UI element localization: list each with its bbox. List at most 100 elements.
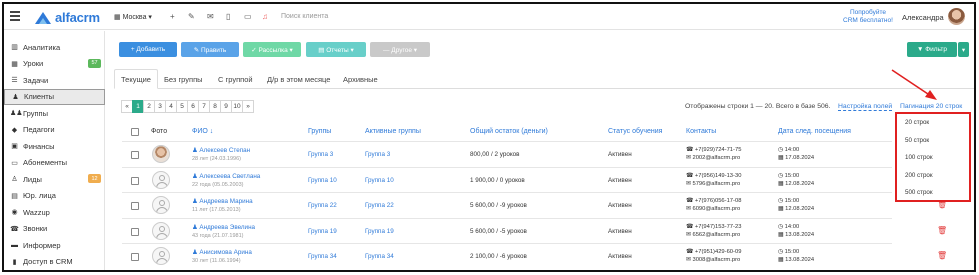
sidebar-item-2[interactable]: ☰ Задачи (4, 72, 105, 88)
sidebar-item-9[interactable]: ▤ Юр. лица (4, 188, 105, 204)
table-row[interactable]: ♟ Алексеев Степан 28 лет (24.03.1996) Груп… (122, 141, 892, 166)
active-group-link[interactable]: Группа 22 (365, 202, 394, 209)
phone-contact[interactable]: ☎ +7(951)429-60-09 (686, 249, 741, 255)
row-checkbox[interactable] (131, 151, 139, 159)
field-settings-link[interactable]: Настройка полей (838, 103, 893, 111)
plus-icon[interactable]: + (170, 12, 175, 21)
tab-current[interactable]: Текущие (114, 69, 158, 89)
avatar[interactable] (948, 8, 965, 25)
client-photo[interactable] (152, 247, 170, 265)
reports-button[interactable]: ▤ Отчеты ▾ (306, 42, 366, 57)
logo[interactable]: alfacrm (34, 10, 100, 25)
client-name-link[interactable]: ♟ Андреева Эвелина (192, 224, 255, 231)
document-icon[interactable]: ▭ (244, 12, 252, 21)
sidebar-item-3[interactable]: ♟ Клиенты (4, 88, 105, 105)
sidebar-item-12[interactable]: ▬ Информер (4, 237, 105, 253)
client-photo[interactable] (152, 170, 170, 189)
group-link[interactable]: Группа 3 (308, 151, 333, 158)
table-row[interactable]: ♟ Андреева Эвелина 43 года (21.07.1981) Гр… (122, 217, 947, 243)
sidebar-item-7[interactable]: ▭ Абонементы (4, 155, 105, 171)
email-contact[interactable]: ✉ 6090@alfacrm.pro (686, 206, 740, 212)
status-value: Активен (608, 253, 632, 260)
pagination-size-link[interactable]: Пагинация 20 строк (900, 103, 962, 110)
bell-icon[interactable]: ♫ (262, 12, 268, 21)
pager-next-button[interactable]: » (242, 100, 254, 113)
client-age: 30 лет (11.06.1994) (192, 258, 241, 264)
active-group-link[interactable]: Группа 19 (365, 228, 394, 235)
client-name-link[interactable]: ♟ Андреева Марина (192, 198, 253, 205)
pagination-option[interactable]: 500 строк (905, 189, 933, 196)
col-groups[interactable]: Группы (308, 128, 331, 135)
sidebar-item-8[interactable]: ♙ Лиды 12 (4, 171, 105, 187)
row-checkbox[interactable] (131, 176, 139, 185)
col-name[interactable]: ФИО ↓ (192, 128, 213, 135)
group-link[interactable]: Группа 34 (308, 253, 337, 260)
sidebar-item-11[interactable]: ☎ Звонки (4, 221, 105, 237)
tab-birthdays[interactable]: Д/р в этом месяце (261, 69, 336, 89)
email-contact[interactable]: ✉ 5796@alfacrm.pro (686, 181, 740, 187)
phone-contact[interactable]: ☎ +7(929)724-71-75 (686, 147, 741, 153)
col-next-visit[interactable]: Дата след. посещения (778, 128, 851, 135)
table-row[interactable]: ♟ Анисимова Арина 30 лет (11.06.1994) Груп… (122, 243, 947, 268)
user-name[interactable]: Александра (902, 13, 944, 22)
filter-button[interactable]: ▼ Фильтр (907, 42, 957, 57)
row-checkbox[interactable] (131, 253, 139, 261)
col-status[interactable]: Статус обучения (608, 128, 662, 135)
mail-icon[interactable]: ✉ (207, 12, 214, 21)
client-name-link[interactable]: ♟ Анисимова Арина (192, 249, 252, 256)
mobile-icon[interactable]: ▯ (226, 12, 230, 21)
client-photo[interactable] (152, 145, 170, 163)
active-group-link[interactable]: Группа 10 (365, 177, 394, 184)
active-group-link[interactable]: Группа 3 (365, 151, 390, 158)
promo-link[interactable]: Попробуйте CRM бесплатно! (840, 9, 896, 25)
trash-icon[interactable]: 🗑 (937, 251, 947, 260)
sidebar-item-4[interactable]: ♟♟ Группы (4, 105, 105, 121)
sidebar-item-10[interactable]: ◉ Wazzup (4, 204, 105, 220)
row-checkbox[interactable] (131, 202, 139, 210)
sidebar-item-5[interactable]: ◆ Педагоги (4, 122, 105, 138)
client-search-input[interactable]: Поиск клиента (281, 13, 328, 20)
pagination-option[interactable]: 200 строк (905, 172, 933, 179)
phone-contact[interactable]: ☎ +7(976)056-17-08 (686, 198, 741, 204)
group-link[interactable]: Группа 19 (308, 228, 337, 235)
phone-contact[interactable]: ☎ +7(947)153-77-23 (686, 224, 741, 230)
phone-contact[interactable]: ☎ +7(956)149-13-30 (686, 173, 741, 179)
sidebar-item-6[interactable]: ▣ Финансы (4, 138, 105, 154)
other-button[interactable]: — Другое ▾ (370, 42, 430, 57)
add-button[interactable]: + Добавить (119, 42, 177, 57)
pagination-option[interactable]: 20 строк (905, 119, 929, 126)
email-contact[interactable]: ✉ 2002@alfacrm.pro (686, 155, 740, 161)
pagination-option[interactable]: 50 строк (905, 137, 929, 144)
group-link[interactable]: Группа 10 (308, 177, 337, 184)
table-row[interactable]: ♟ Алексеева Светлана 22 года (05.05.2003)… (122, 166, 892, 192)
mailing-button[interactable]: ✓ Рассылка ▾ (243, 42, 301, 57)
email-contact[interactable]: ✉ 6562@alfacrm.pro (686, 232, 740, 238)
filter-dropdown-button[interactable]: ▾ (958, 42, 969, 57)
tab-no-group[interactable]: Без группы (158, 69, 209, 89)
group-link[interactable]: Группа 22 (308, 202, 337, 209)
wrench-icon[interactable]: ✎ (188, 12, 195, 21)
tab-with-group[interactable]: С группой (212, 69, 259, 89)
edit-button[interactable]: ✎ Править (181, 42, 239, 57)
client-photo[interactable] (152, 196, 170, 214)
sidebar-item-1[interactable]: ▦ Уроки 57 (4, 56, 105, 72)
menu-icon[interactable] (10, 11, 20, 21)
client-name-link[interactable]: ♟ Алексеева Светлана (192, 173, 260, 180)
row-checkbox[interactable] (131, 227, 139, 236)
sidebar-item-label: Клиенты (24, 92, 55, 101)
col-balance[interactable]: Общий остаток (деньги) (470, 128, 548, 135)
pagination-option[interactable]: 100 строк (905, 154, 933, 161)
client-photo[interactable] (152, 221, 170, 240)
col-active-groups[interactable]: Активные группы (365, 128, 421, 135)
tab-archived[interactable]: Архивные (337, 69, 384, 89)
sidebar-item-0[interactable]: ▥ Аналитика (4, 39, 105, 55)
sidebar-item-13[interactable]: ▮ Доступ в CRM (4, 254, 105, 270)
table-row[interactable]: ♟ Андреева Марина 11 лет (17.05.2013) Груп… (122, 192, 947, 217)
client-name-link[interactable]: ♟ Алексеев Степан (192, 147, 250, 154)
select-all-checkbox[interactable] (131, 128, 139, 136)
trash-icon[interactable]: 🗑 (937, 226, 947, 235)
location-select[interactable]: ▦ Москва ▾ (114, 13, 152, 21)
col-contacts[interactable]: Контакты (686, 128, 716, 135)
email-contact[interactable]: ✉ 3008@alfacrm.pro (686, 257, 740, 263)
active-group-link[interactable]: Группа 34 (365, 253, 394, 260)
